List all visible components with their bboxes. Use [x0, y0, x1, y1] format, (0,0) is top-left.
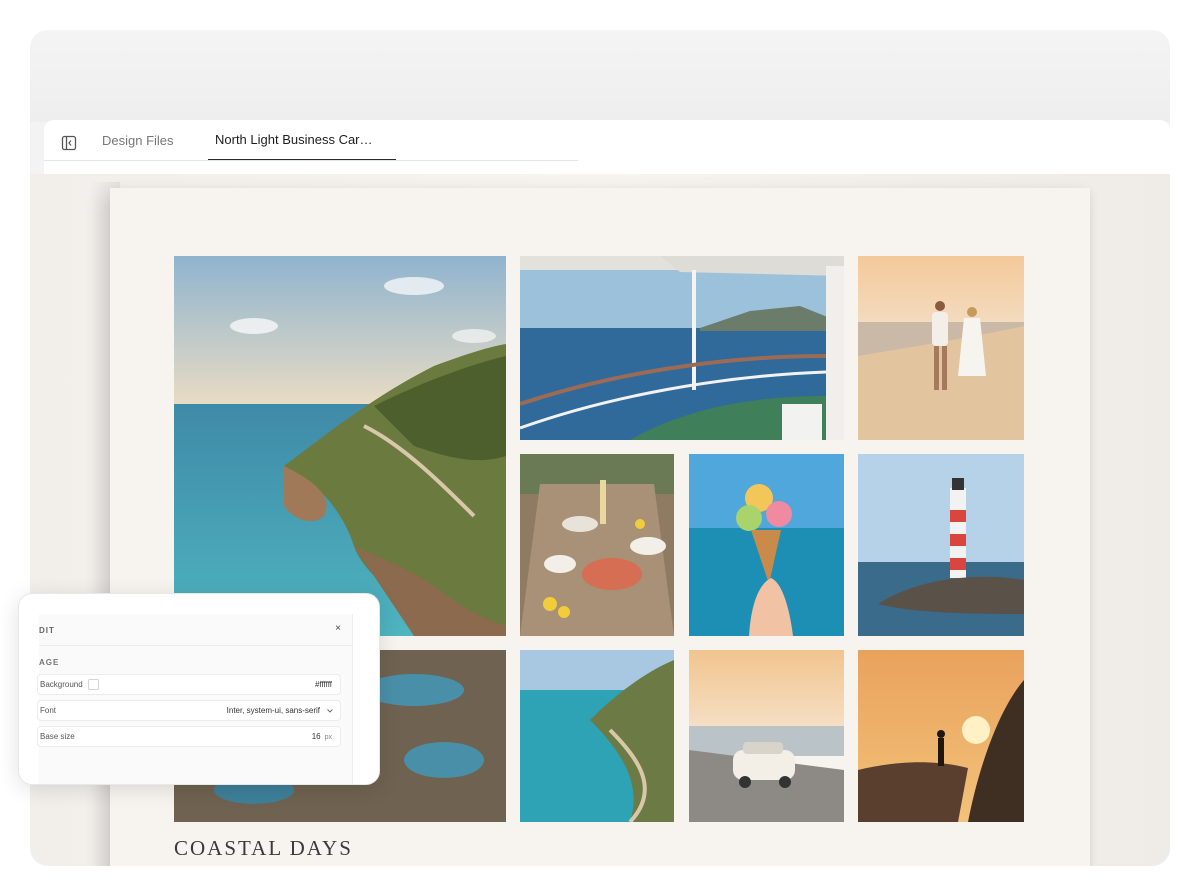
close-icon: ×	[335, 623, 341, 634]
seafood-image	[520, 454, 674, 636]
base-size-unit: px	[324, 734, 332, 741]
photo-seafood-table[interactable]	[520, 454, 674, 636]
background-row[interactable]: Background #ffffff	[37, 674, 341, 695]
lighthouse-image	[858, 454, 1024, 636]
photo-beach-couple[interactable]	[858, 256, 1024, 440]
coastline-image	[174, 256, 506, 636]
base-size-input[interactable]: 16 px	[312, 732, 332, 741]
edit-panel-title: DIT	[39, 626, 55, 635]
photo-coastal-road[interactable]	[520, 650, 674, 822]
photo-lighthouse[interactable]	[858, 454, 1024, 636]
background-value[interactable]: #ffffff	[315, 680, 332, 689]
poster-title: COASTAL DAYS	[174, 836, 353, 860]
photo-ferry-deck[interactable]	[520, 256, 844, 440]
photo-vintage-car[interactable]	[689, 650, 844, 822]
tab-active-document[interactable]: North Light Business Car…	[208, 120, 396, 161]
ferry-image	[520, 256, 844, 440]
beach-image	[858, 256, 1024, 440]
window-top-band	[30, 30, 1170, 122]
font-row[interactable]: Font Inter, system-ui, sans-serif	[37, 700, 341, 721]
sidebar-toggle-icon	[61, 135, 77, 151]
ice-cream-image	[689, 454, 844, 636]
sidebar-toggle-button[interactable]	[58, 132, 80, 154]
vintage-car-image	[689, 650, 844, 822]
tab-bar: Design Files North Light Business Car…	[44, 120, 1170, 174]
close-button[interactable]: ×	[335, 623, 341, 634]
base-size-label: Base size	[40, 732, 75, 741]
sunset-image	[858, 650, 1024, 822]
font-select[interactable]: Inter, system-ui, sans-serif	[227, 706, 320, 715]
base-size-value[interactable]: 16	[312, 732, 321, 741]
font-label: Font	[40, 706, 57, 715]
edit-panel-header: DIT ×	[39, 614, 353, 646]
tab-divider	[44, 160, 578, 161]
coastal-road-image	[520, 650, 674, 822]
base-size-row[interactable]: Base size 16 px	[37, 726, 341, 747]
edit-panel: DIT × AGE Background #ffffff Font Inter,…	[18, 593, 380, 785]
tab-design-files[interactable]: Design Files	[102, 120, 174, 161]
edit-panel-content: DIT × AGE Background #ffffff Font Inter,…	[37, 614, 353, 784]
photo-sunset-walk[interactable]	[858, 650, 1024, 822]
photo-coastline[interactable]	[174, 256, 506, 636]
background-swatch[interactable]	[88, 679, 99, 690]
photo-ice-cream[interactable]	[689, 454, 844, 636]
background-label: Background	[40, 680, 83, 689]
chevron-down-icon	[327, 709, 333, 713]
section-label-page: AGE	[39, 658, 60, 667]
